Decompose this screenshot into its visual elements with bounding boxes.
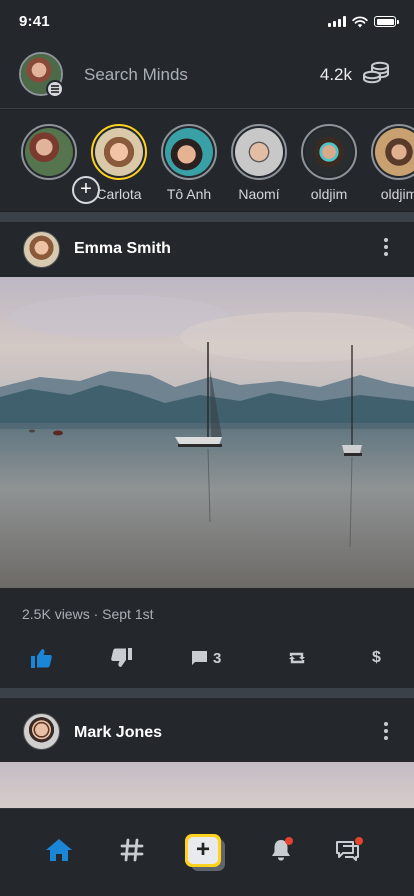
nav-discovery[interactable]	[117, 835, 147, 865]
story-name: Naomí	[238, 186, 280, 202]
feed-divider	[0, 688, 414, 698]
dislike-button[interactable]	[111, 646, 133, 670]
post-author[interactable]: Emma Smith	[74, 240, 171, 258]
nav-notifications[interactable]	[266, 835, 296, 865]
coins-icon[interactable]	[362, 61, 390, 87]
more-options-icon[interactable]	[384, 238, 388, 256]
story-carlota[interactable]: Carlota	[91, 124, 147, 202]
comment-icon	[192, 650, 207, 665]
post-author[interactable]: Mark Jones	[74, 724, 162, 742]
status-bar: 9:41	[0, 0, 414, 44]
story-naomi[interactable]: Naomí	[231, 124, 287, 202]
author-avatar[interactable]	[23, 713, 60, 750]
repost-icon	[289, 652, 305, 664]
story-avatar	[91, 124, 147, 180]
like-button[interactable]	[30, 646, 52, 670]
status-icons	[328, 15, 399, 28]
home-icon	[46, 839, 72, 861]
story-oldjim-2[interactable]: oldjim	[371, 124, 414, 202]
notification-dot	[285, 837, 293, 845]
bottom-nav: +	[0, 808, 414, 896]
story-name: Carlota	[96, 186, 142, 202]
top-bar: Search Minds 4.2k	[0, 44, 414, 109]
story-to-anh[interactable]: Tô Anh	[161, 124, 217, 202]
token-balance[interactable]: 4.2k	[320, 65, 352, 85]
story-name: Tô Anh	[166, 186, 212, 202]
more-options-icon[interactable]	[384, 722, 388, 740]
thumbs-up-icon	[31, 649, 52, 668]
post-views-date: 2.5K views · Sept 1st	[22, 606, 154, 622]
search-input[interactable]: Search Minds	[84, 65, 188, 85]
compose-plus-icon: +	[188, 837, 218, 864]
nav-home[interactable]	[44, 835, 74, 865]
tip-button[interactable]: $	[372, 646, 381, 670]
feed-divider	[0, 212, 414, 222]
post-meta: 2.5K views · Sept 1st 3 $	[0, 588, 414, 688]
story-own[interactable]: +	[21, 124, 100, 204]
compose-button[interactable]: +	[185, 834, 229, 871]
story-name: oldjim	[380, 186, 414, 202]
post-header: Mark Jones	[0, 698, 414, 762]
remind-button[interactable]	[287, 646, 307, 670]
post-actions: 3 $	[0, 646, 414, 670]
stories-bar: + Carlota Tô Anh Naomí oldjim oldjim	[0, 110, 414, 211]
lake-photo	[0, 277, 414, 588]
story-avatar	[21, 124, 77, 180]
thumbs-down-icon	[111, 648, 132, 667]
post-image[interactable]	[0, 277, 414, 588]
nav-messenger[interactable]	[333, 835, 363, 865]
story-avatar	[161, 124, 217, 180]
story-avatar	[231, 124, 287, 180]
cellular-signal-icon	[328, 16, 346, 27]
status-time: 9:41	[19, 13, 50, 30]
story-avatar	[371, 124, 414, 180]
wifi-icon	[352, 15, 368, 27]
battery-icon	[374, 16, 399, 27]
menu-icon[interactable]	[46, 80, 64, 98]
comment-button[interactable]: 3	[191, 646, 221, 670]
post-header: Emma Smith	[0, 222, 414, 277]
story-name: oldjim	[310, 186, 348, 202]
notification-dot	[355, 837, 363, 845]
hashtag-icon	[120, 838, 144, 862]
post-image[interactable]	[0, 762, 414, 808]
comment-count: 3	[213, 649, 222, 667]
author-avatar[interactable]	[23, 231, 60, 268]
story-avatar	[301, 124, 357, 180]
story-oldjim[interactable]: oldjim	[301, 124, 357, 202]
